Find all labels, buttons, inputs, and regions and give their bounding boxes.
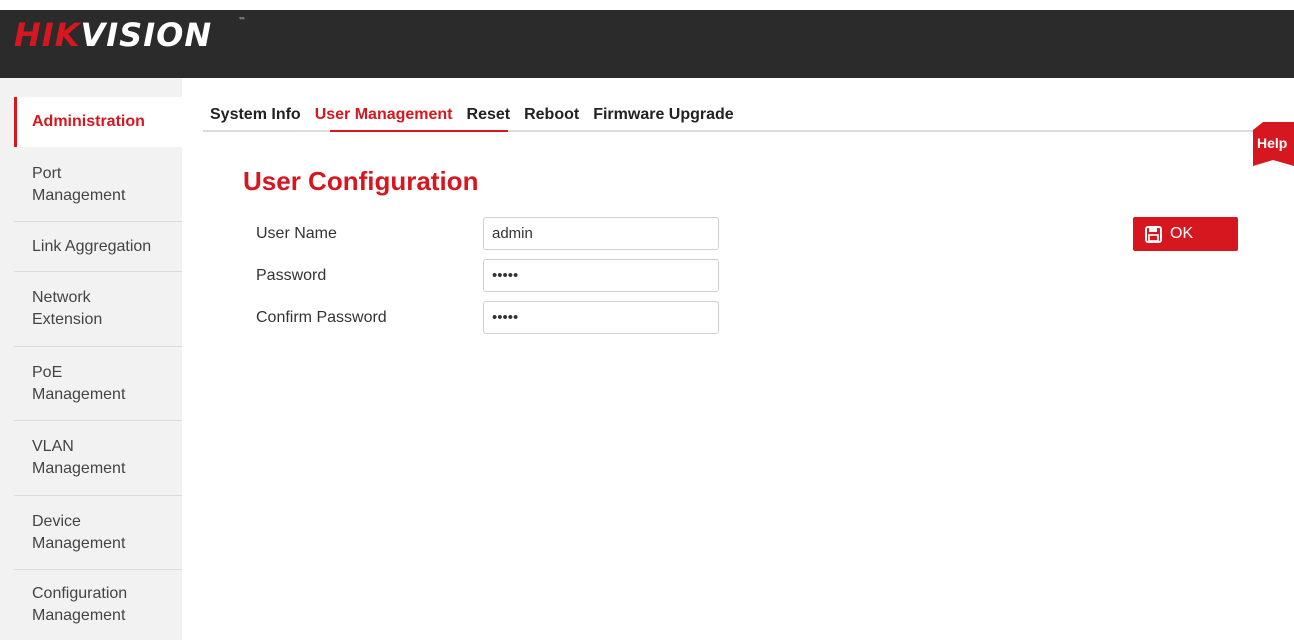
sidebar-item-label: PoE Management (32, 363, 126, 403)
page-title: User Configuration (243, 166, 479, 196)
tab-reset[interactable]: Reset (467, 104, 511, 128)
sidebar-item-label: Configuration Management (32, 585, 128, 624)
help-button[interactable]: Help (1253, 122, 1294, 166)
password-input[interactable] (483, 259, 719, 292)
sidebar-item-label: Network Extension (32, 289, 103, 328)
tab-user-management[interactable]: User Management (315, 104, 453, 128)
active-tab-indicator (330, 130, 508, 132)
ok-label: OK (1170, 225, 1194, 242)
user-name-label: User Name (256, 225, 337, 242)
logo-part-hik: HIK (14, 16, 81, 54)
sidebar-item-label: Link Aggregation (32, 237, 152, 255)
sidebar-item-link-aggregation[interactable]: Link Aggregation (14, 222, 182, 272)
sidebar-item-network-extension[interactable]: Network Extension (14, 272, 182, 347)
hikvision-logo: HIKVISION ™ (14, 16, 246, 54)
header-top-strip (0, 0, 1294, 10)
tab-firmware-upgrade[interactable]: Firmware Upgrade (593, 104, 733, 128)
ok-button[interactable]: OK (1133, 217, 1238, 251)
tab-system-info[interactable]: System Info (210, 104, 301, 128)
sidebar-item-label: Administration (32, 113, 145, 130)
confirm-password-input[interactable] (483, 301, 719, 334)
sidebar-item-label: Port Management (32, 164, 126, 204)
help-label: Help (1257, 135, 1288, 151)
tab-bar: System Info User Management Reset Reboot… (210, 104, 748, 130)
sidebar-item-device-management[interactable]: Device Management (14, 496, 182, 570)
logo-trademark: ™ (238, 16, 247, 25)
save-icon (1145, 225, 1162, 243)
sidebar-item-administration[interactable]: Administration (14, 97, 182, 147)
user-name-input[interactable] (483, 217, 719, 250)
top-header: HIKVISION ™ (0, 0, 1294, 78)
sidebar-item-port-management[interactable]: Port Management (14, 148, 182, 222)
sidebar: Administration Port Management Link Aggr… (0, 78, 182, 640)
sidebar-item-label: Device Management (32, 512, 126, 552)
sidebar-item-vlan-management[interactable]: VLAN Management (14, 421, 182, 496)
confirm-password-label: Confirm Password (256, 309, 387, 326)
logo-part-vision: VISION (80, 16, 213, 54)
sidebar-item-label: VLAN Management (32, 438, 126, 477)
password-label: Password (256, 267, 327, 284)
sidebar-item-configuration-management[interactable]: Configuration Management (14, 570, 182, 640)
tab-reboot[interactable]: Reboot (524, 104, 579, 128)
sidebar-item-poe-management[interactable]: PoE Management (14, 347, 182, 421)
